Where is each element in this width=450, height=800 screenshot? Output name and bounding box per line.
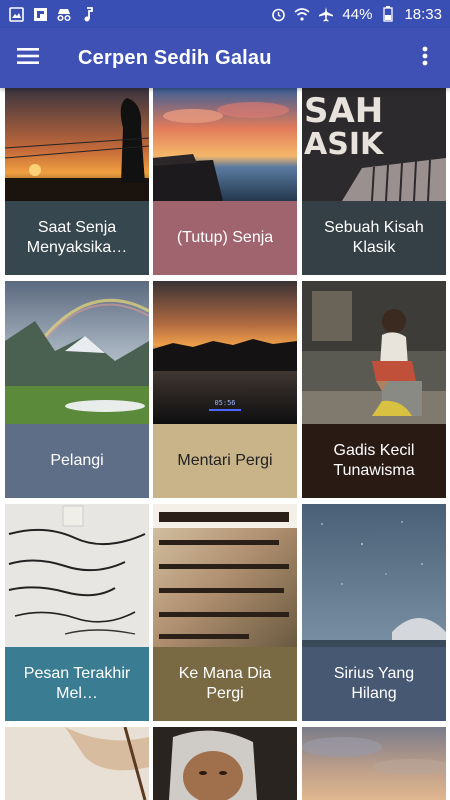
- overflow-menu-button[interactable]: [400, 30, 450, 86]
- story-title: Gadis Kecil Tunawisma: [333, 442, 415, 479]
- story-title: Sebuah Kisah Klasik: [324, 219, 424, 256]
- night-sky-observatory-image: [302, 504, 446, 647]
- clock-time: 18:33: [404, 5, 442, 23]
- gallery-icon: [8, 6, 24, 22]
- hand-writing-image: [5, 727, 149, 800]
- battery-icon: [380, 6, 396, 22]
- battery-percent: 44%: [342, 5, 373, 23]
- more-vert-icon: [422, 46, 428, 71]
- story-title: Pesan Terakhir Mel…: [23, 665, 131, 702]
- story-card[interactable]: [153, 727, 297, 800]
- app-title: Cerpen Sedih Galau: [78, 46, 272, 69]
- dusk-horizon-image: 05:56: [153, 281, 297, 424]
- incognito-icon: [56, 6, 72, 22]
- story-card-caption: Sirius Yang Hilang: [302, 647, 446, 721]
- story-card-caption: Pesan Terakhir Mel…: [5, 647, 149, 721]
- story-title: Mentari Pergi: [177, 452, 273, 469]
- flipboard-icon: [32, 6, 48, 22]
- status-bar: 44% 18:33: [0, 0, 450, 28]
- story-card[interactable]: 05:56 Mentari Pergi: [153, 281, 297, 498]
- handwritten-note-image: [5, 504, 149, 647]
- sunset-sea-image: [153, 88, 297, 201]
- story-title: (Tutup) Senja: [176, 229, 274, 246]
- airplane-mode-icon: [318, 6, 334, 22]
- story-card[interactable]: [5, 727, 149, 800]
- alarm-icon: [270, 6, 286, 22]
- story-card[interactable]: Gadis Kecil Tunawisma: [302, 281, 446, 498]
- svg-text:ASIK: ASIK: [304, 127, 385, 162]
- rainbow-valley-image: [5, 281, 149, 424]
- story-grid: Saat Senja Menyaksika… (Tutup) Senja SAH…: [0, 88, 450, 800]
- story-card-caption: (Tutup) Senja: [153, 201, 297, 275]
- wifi-icon: [294, 6, 310, 22]
- story-card-caption: Saat Senja Menyaksika…: [5, 201, 149, 275]
- cloudy-sky-image: [302, 727, 446, 800]
- story-card-caption: Sebuah Kisah Klasik: [302, 201, 446, 275]
- menu-button[interactable]: [0, 30, 56, 86]
- elderly-woman-image: [153, 727, 297, 800]
- story-card[interactable]: Sirius Yang Hilang: [302, 504, 446, 721]
- story-card[interactable]: Pesan Terakhir Mel…: [5, 504, 149, 721]
- story-card[interactable]: (Tutup) Senja: [153, 88, 297, 275]
- story-card[interactable]: Pelangi: [5, 281, 149, 498]
- story-card-caption: Gadis Kecil Tunawisma: [302, 424, 446, 498]
- story-card-caption: Mentari Pergi: [153, 424, 297, 498]
- app-bar: Cerpen Sedih Galau: [0, 28, 450, 88]
- story-card-caption: Pelangi: [5, 424, 149, 498]
- svg-text:05:56: 05:56: [214, 399, 235, 407]
- story-card[interactable]: Ke Mana Dia Pergi: [153, 504, 297, 721]
- sunset-silhouette-image: [5, 88, 149, 201]
- story-card[interactable]: SAH ASIK Sebuah Kisah Klasik: [302, 88, 446, 275]
- quote-text-image: [153, 504, 297, 647]
- hamburger-menu-icon: [17, 47, 39, 70]
- story-card-caption: Ke Mana Dia Pergi: [153, 647, 297, 721]
- piano-cover-image: SAH ASIK: [302, 88, 446, 201]
- story-card[interactable]: Saat Senja Menyaksika…: [5, 88, 149, 275]
- story-title: Saat Senja Menyaksika…: [26, 219, 128, 256]
- story-title: Sirius Yang Hilang: [333, 665, 415, 702]
- story-title: Ke Mana Dia Pergi: [178, 665, 272, 702]
- homeless-girl-image: [302, 281, 446, 424]
- story-title: Pelangi: [50, 452, 104, 469]
- music-note-icon: [80, 6, 96, 22]
- story-card[interactable]: [302, 727, 446, 800]
- svg-text:SAH: SAH: [304, 91, 383, 131]
